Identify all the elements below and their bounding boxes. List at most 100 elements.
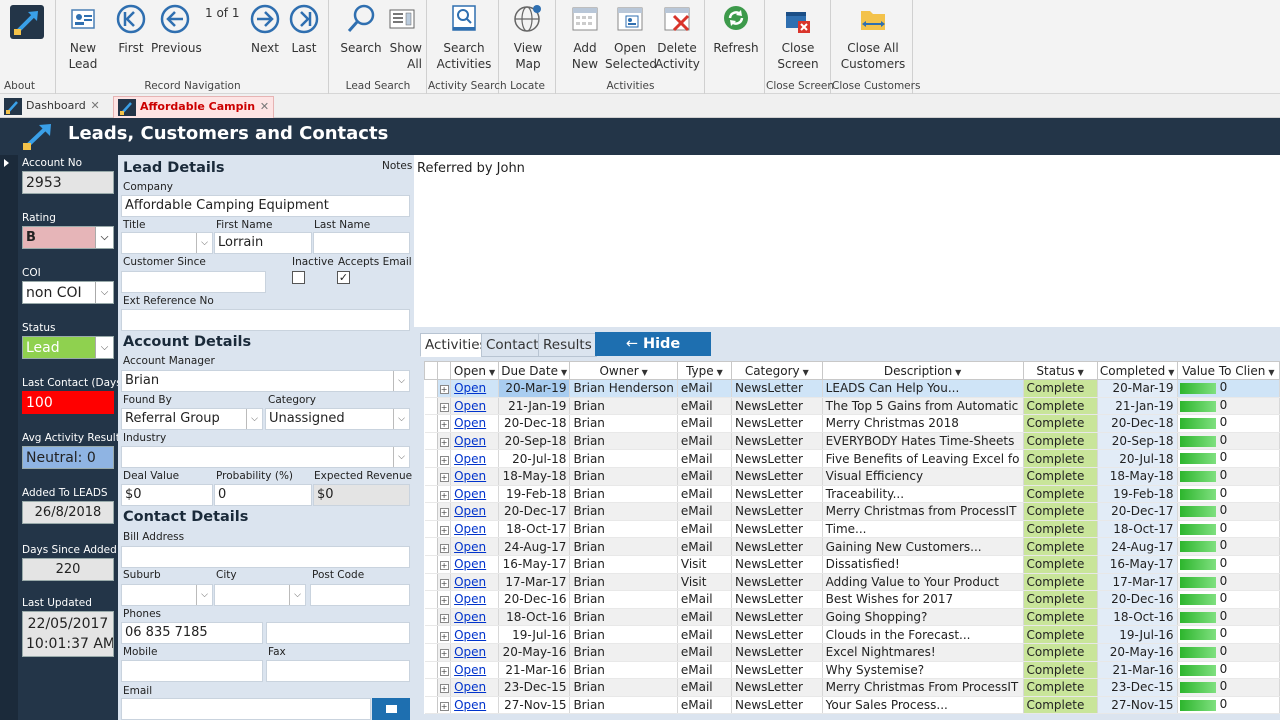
table-row[interactable]: + Open 19-Feb-18 Brian eMail NewsLetter Tracea… (424, 485, 1280, 504)
row-open-link[interactable]: Open (450, 520, 499, 539)
open-activity-link[interactable]: Open (454, 680, 486, 694)
row-expand-icon[interactable]: + (437, 397, 452, 416)
expand-plus-icon[interactable]: + (439, 666, 449, 676)
row-open-link[interactable]: Open (450, 467, 499, 486)
open-activity-link[interactable]: Open (454, 610, 486, 624)
header-completed[interactable]: Completed ▼ (1096, 361, 1178, 380)
table-row[interactable]: + Open 23-Dec-15 Brian eMail NewsLetter Merry … (424, 678, 1280, 697)
row-expand-icon[interactable]: + (437, 590, 452, 609)
open-selected-activity-button[interactable]: Open Selected (605, 2, 657, 72)
row-open-link[interactable]: Open (450, 643, 499, 662)
industry-chevron-down-icon[interactable]: ⌵ (393, 447, 409, 467)
close-all-customers-button[interactable]: Close All Customers (840, 2, 906, 72)
app-logo-icon[interactable] (10, 5, 44, 39)
open-activity-link[interactable]: Open (454, 557, 486, 571)
row-open-link[interactable]: Open (450, 555, 499, 574)
phone-1-field[interactable]: 06 835 7185 (121, 622, 263, 644)
header-value[interactable]: Value To Clien ▼ (1176, 361, 1280, 380)
table-row[interactable]: + Open 20-Mar-19 Brian Henderson eMail NewsLe… (424, 379, 1280, 398)
deal-value-field[interactable]: $0 (121, 484, 213, 506)
open-activity-link[interactable]: Open (454, 504, 486, 518)
row-open-link[interactable]: Open (450, 608, 499, 627)
industry-select[interactable]: ⌵ (121, 446, 410, 468)
delete-activity-button[interactable]: Delete Activity (655, 2, 700, 72)
inactive-checkbox[interactable] (292, 271, 305, 284)
table-row[interactable]: + Open 20-Dec-18 Brian eMail NewsLetter Merry … (424, 414, 1280, 433)
table-row[interactable]: + Open 18-Oct-16 Brian eMail NewsLetter Going … (424, 608, 1280, 627)
open-activity-link[interactable]: Open (454, 663, 486, 677)
open-activity-link[interactable]: Open (454, 645, 486, 659)
suburb-select[interactable]: ⌵ (121, 584, 213, 606)
table-row[interactable]: + Open 20-May-16 Brian eMail NewsLetter Excel … (424, 643, 1280, 662)
row-open-link[interactable]: Open (450, 449, 499, 468)
row-open-link[interactable]: Open (450, 696, 499, 715)
open-activity-link[interactable]: Open (454, 452, 486, 466)
tab-affordable-camping-close-icon[interactable]: ✕ (260, 97, 269, 117)
row-open-link[interactable]: Open (450, 397, 499, 416)
row-expand-icon[interactable]: + (437, 432, 452, 451)
title-select[interactable]: ⌵ (121, 232, 213, 254)
expand-plus-icon[interactable]: + (439, 543, 449, 553)
tab-dashboard[interactable]: Dashboard ✕ (0, 96, 104, 118)
search-activities-button[interactable]: Search Activities (434, 2, 494, 72)
open-activity-link[interactable]: Open (454, 628, 486, 642)
expand-plus-icon[interactable]: + (439, 561, 449, 571)
tab-dashboard-close-icon[interactable]: ✕ (90, 96, 99, 116)
close-screen-button[interactable]: Close Screen (776, 2, 820, 72)
email-field[interactable] (121, 698, 371, 720)
expand-plus-icon[interactable]: + (439, 614, 449, 624)
row-open-link[interactable]: Open (450, 661, 499, 680)
suburb-chevron-down-icon[interactable]: ⌵ (196, 585, 212, 605)
expand-plus-icon[interactable]: + (439, 385, 449, 395)
category-select[interactable]: Unassigned ⌵ (265, 408, 410, 430)
row-open-link[interactable]: Open (450, 590, 499, 609)
row-expand-icon[interactable]: + (437, 608, 452, 627)
table-row[interactable]: + Open 18-May-18 Brian eMail NewsLetter Visual… (424, 467, 1280, 486)
table-row[interactable]: + Open 20-Dec-16 Brian eMail NewsLetter Best W… (424, 590, 1280, 609)
table-row[interactable]: + Open 21-Mar-16 Brian eMail NewsLetter Why Sy… (424, 661, 1280, 680)
row-open-link[interactable]: Open (450, 485, 499, 504)
row-open-link[interactable]: Open (450, 537, 499, 556)
expand-plus-icon[interactable]: + (439, 631, 449, 641)
expand-plus-icon[interactable]: + (439, 578, 449, 588)
row-expand-icon[interactable]: + (437, 485, 452, 504)
show-all-button[interactable]: Show All (382, 2, 422, 72)
city-select[interactable]: ⌵ (214, 584, 306, 606)
title-chevron-down-icon[interactable]: ⌵ (196, 233, 212, 253)
table-row[interactable]: + Open 20-Sep-18 Brian eMail NewsLetter EVERYB… (424, 432, 1280, 451)
row-expand-icon[interactable]: + (437, 678, 452, 697)
open-activity-link[interactable]: Open (454, 381, 486, 395)
open-activity-link[interactable]: Open (454, 540, 486, 554)
first-record-button[interactable]: First (113, 2, 149, 56)
row-expand-icon[interactable]: + (437, 661, 452, 680)
row-expand-icon[interactable]: + (437, 696, 452, 715)
open-activity-link[interactable]: Open (454, 434, 486, 448)
coi-select[interactable]: non COI ⌵ (22, 281, 114, 304)
table-row[interactable]: + Open 21-Jan-19 Brian eMail NewsLetter The To… (424, 397, 1280, 416)
status-chevron-down-icon[interactable]: ⌵ (95, 337, 113, 358)
expand-plus-icon[interactable]: + (439, 455, 449, 465)
expand-plus-icon[interactable]: + (439, 649, 449, 659)
row-expand-icon[interactable]: + (437, 379, 452, 398)
row-expand-icon[interactable]: + (437, 414, 452, 433)
table-row[interactable]: + Open 24-Aug-17 Brian eMail NewsLetter Gainin… (424, 537, 1280, 556)
header-type[interactable]: Type ▼ (676, 361, 732, 380)
expand-plus-icon[interactable]: + (439, 526, 449, 536)
send-email-button[interactable] (372, 698, 410, 720)
fax-field[interactable] (266, 660, 410, 682)
notes-area[interactable]: Referred by John (414, 155, 1280, 327)
status-select[interactable]: Lead ⌵ (22, 336, 114, 359)
expand-plus-icon[interactable]: + (439, 490, 449, 500)
row-open-link[interactable]: Open (450, 502, 499, 521)
open-activity-link[interactable]: Open (454, 522, 486, 536)
header-owner[interactable]: Owner ▼ (569, 361, 678, 380)
search-button[interactable]: Search (340, 2, 382, 56)
hide-details-button[interactable]: ← Hide Details (595, 332, 711, 376)
company-field[interactable]: Affordable Camping Equipment (121, 195, 410, 217)
row-expand-icon[interactable]: + (437, 449, 452, 468)
city-chevron-down-icon[interactable]: ⌵ (289, 585, 305, 605)
table-row[interactable]: + Open 19-Jul-16 Brian eMail NewsLetter Clouds… (424, 625, 1280, 644)
expand-plus-icon[interactable]: + (439, 420, 449, 430)
account-manager-select[interactable]: Brian ⌵ (121, 370, 410, 392)
customer-since-field[interactable] (121, 271, 266, 293)
